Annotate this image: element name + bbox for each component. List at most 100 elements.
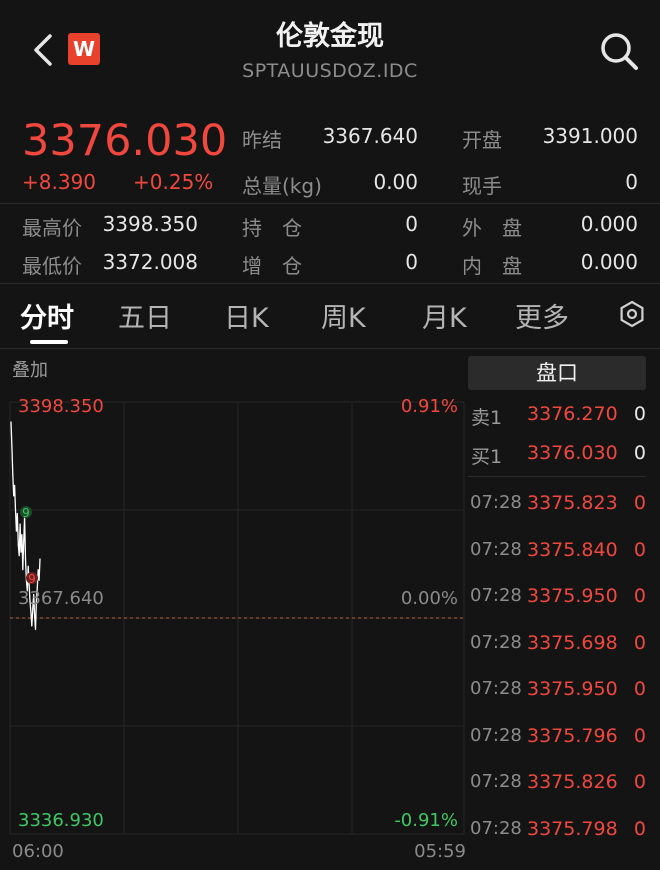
tick-price: 3375.840: [527, 538, 618, 561]
tick-volume: 0: [633, 631, 646, 654]
pct-axis-low: -0.91%: [394, 810, 458, 831]
ask-volume: 0: [633, 403, 646, 425]
price-point: [24, 558, 27, 560]
tab-active-indicator: [30, 340, 68, 344]
price-point: [10, 421, 12, 423]
price-point: [19, 523, 21, 525]
stat-label-high: 最高价: [22, 216, 82, 240]
stat-value-last-qty: 0: [625, 170, 638, 194]
stat-value-prev-settle: 3367.640: [322, 124, 418, 148]
price-point: [27, 565, 29, 567]
x-axis-start: 06:00: [12, 841, 64, 862]
tick-volume: 0: [633, 492, 646, 514]
price-point: [22, 569, 24, 571]
price-point: [21, 534, 23, 536]
order-book-divider: [468, 476, 646, 477]
stat-label-open-interest: 持 仓: [242, 216, 302, 240]
pct-axis-mid: 0.00%: [400, 588, 458, 609]
tick-volume: 0: [633, 724, 646, 747]
tick-price: 3375.698: [527, 631, 618, 654]
ask-price: 3376.270: [527, 403, 618, 425]
stat-label-outer: 外 盘: [462, 216, 522, 240]
marker-low-label: 9: [28, 572, 36, 586]
tick-time: 07:28: [470, 678, 522, 699]
ask-label: 卖1: [471, 407, 503, 429]
bid-label: 买1: [471, 446, 503, 468]
x-axis-end: 05:59: [414, 841, 466, 862]
last-price: 3376.030: [22, 116, 228, 166]
price-point: [16, 512, 18, 515]
tick-price: 3375.823: [527, 492, 618, 514]
tick-time: 07:28: [470, 724, 522, 746]
marker-low: 9: [26, 572, 38, 586]
price-point: [12, 474, 14, 476]
marker-high: 9: [20, 506, 32, 520]
stat-value-volume: 0.00: [373, 170, 418, 194]
tick-price: 3375.798: [527, 817, 618, 840]
stat-value-inner: 0.000: [580, 250, 638, 274]
tick-volume: 0: [633, 585, 646, 607]
stat-value-open: 3391.000: [542, 124, 638, 148]
price-point: [15, 530, 17, 532]
y-axis-low: 3336.930: [18, 810, 104, 831]
price-point: [20, 551, 22, 553]
tick-price: 3375.796: [527, 724, 618, 747]
bid-price: 3376.030: [527, 442, 618, 464]
stat-label-last-qty: 现手: [462, 174, 502, 198]
pct-axis-high: 0.91%: [400, 396, 458, 417]
tick-price: 3375.826: [527, 771, 618, 793]
price-point: [11, 446, 13, 448]
stat-value-outer: 0.000: [580, 212, 638, 236]
tick-volume: 0: [633, 817, 646, 840]
stat-label-open: 开盘: [462, 128, 502, 152]
tab-weekly-k[interactable]: 周K: [321, 296, 366, 335]
price-point: [18, 555, 20, 557]
tab-intraday[interactable]: 分时: [20, 296, 74, 335]
price-point: [39, 558, 41, 560]
instrument-code: SPTAUUSDOZ.IDC: [242, 60, 418, 82]
tick-time: 07:28: [470, 817, 522, 839]
tick-time: 07:28: [470, 771, 522, 792]
tick-volume: 0: [633, 771, 646, 793]
price-point: [34, 614, 36, 617]
tick-time: 07:28: [470, 492, 522, 513]
stat-label-volume: 总量(kg): [242, 174, 322, 198]
price-point: [13, 495, 15, 497]
price-point: [38, 579, 40, 581]
marker-high-label: 9: [22, 506, 30, 520]
tick-volume: 0: [633, 678, 646, 700]
search-icon[interactable]: [598, 30, 640, 72]
stat-label-prev-settle: 昨结: [242, 128, 282, 152]
price-point: [37, 569, 39, 571]
instrument-title: 伦敦金现: [276, 21, 384, 52]
price-point: [31, 625, 33, 627]
tick-price: 3375.950: [527, 585, 618, 607]
tick-time: 07:28: [470, 585, 522, 606]
tab-daily-k[interactable]: 日K: [224, 296, 269, 335]
tab-monthly-k[interactable]: 月K: [422, 296, 467, 335]
tick-time: 07:28: [470, 631, 522, 653]
divider: [0, 283, 660, 284]
overlay-button[interactable]: 叠加: [12, 356, 48, 382]
y-axis-high: 3398.350: [18, 396, 104, 417]
bid-volume: 0: [633, 442, 646, 464]
price-point: [14, 509, 17, 511]
stat-label-inner: 内 盘: [462, 254, 522, 278]
tab-more[interactable]: 更多: [515, 296, 569, 335]
tab-five-day[interactable]: 五日: [118, 296, 172, 335]
settings-icon[interactable]: [618, 300, 646, 328]
tick-time: 07:28: [470, 538, 522, 560]
stat-value-open-interest: 0: [405, 212, 418, 236]
stat-label-low: 最低价: [22, 254, 82, 278]
divider: [0, 348, 660, 349]
stat-value-high: 3398.350: [102, 212, 198, 236]
price-change-pct: +0.25%: [133, 170, 214, 194]
price-change: +8.390: [22, 170, 97, 194]
tick-volume: 0: [633, 538, 646, 561]
price-point: [17, 544, 19, 546]
stat-label-oi-change: 增 仓: [242, 254, 302, 278]
price-point: [14, 484, 16, 486]
intraday-chart[interactable]: 9 9: [0, 388, 466, 870]
order-book-tab[interactable]: 盘口: [468, 356, 646, 390]
stat-value-low: 3372.008: [102, 250, 198, 274]
